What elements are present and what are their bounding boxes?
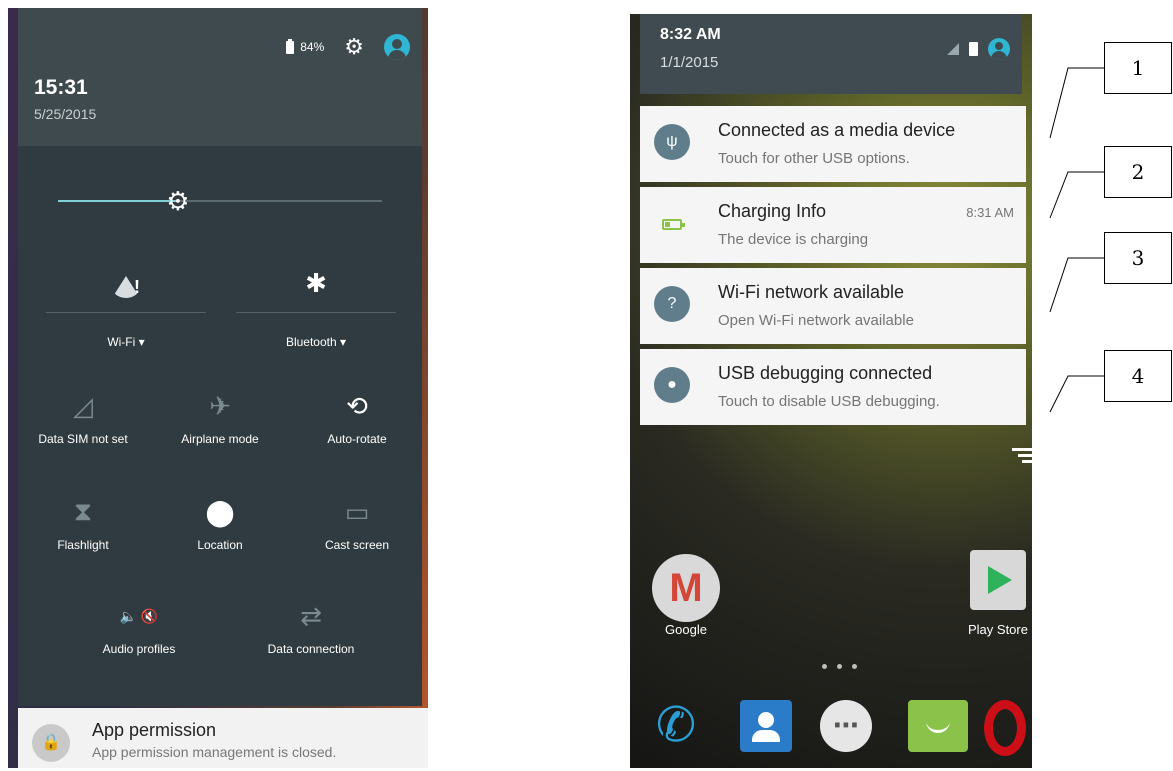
callout-leader-lines xyxy=(1049,67,1104,413)
callout-1: 1 xyxy=(1104,42,1172,94)
callout-4: 4 xyxy=(1104,350,1172,402)
callout-3: 3 xyxy=(1104,232,1172,284)
callout-2: 2 xyxy=(1104,146,1172,198)
